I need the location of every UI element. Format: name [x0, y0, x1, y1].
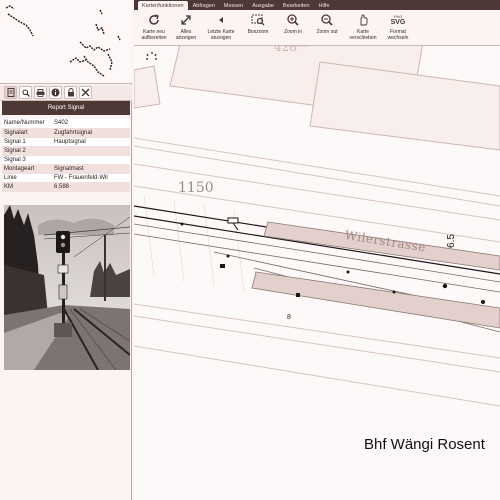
- format-switch-label-2: wechseln: [387, 34, 409, 41]
- pan-map-button[interactable]: Karte verschieben: [346, 13, 380, 41]
- km-marker-label: 6.5: [446, 234, 457, 248]
- loading-spinner: [146, 52, 157, 60]
- lock-icon[interactable]: [64, 86, 77, 99]
- report-row: KM 6.588: [2, 182, 130, 192]
- zoom-out-button[interactable]: Zoom out: [312, 13, 342, 36]
- document-icon[interactable]: [4, 86, 17, 99]
- refresh-icon: [146, 13, 162, 27]
- report-value: FW - Frauenfeld-Wil: [52, 173, 130, 183]
- overview-track-lines: [5, 5, 121, 77]
- report-title: Report Signal: [2, 101, 130, 115]
- tab-hilfe[interactable]: Hilfe: [315, 1, 334, 10]
- last-map-button[interactable]: Letzte Karte anzeigen: [204, 13, 238, 41]
- report-key: Signalart: [2, 128, 52, 138]
- report-row: Signalart Zugfahrtsignal: [2, 128, 130, 138]
- report-row: Linie FW - Frauenfeld-Wil: [2, 173, 130, 183]
- parcel-number-428: 428: [274, 46, 297, 54]
- boxzoom-button[interactable]: Boxzoom: [244, 13, 272, 36]
- pan-icon: [355, 13, 371, 27]
- report-value: Hauptsignal: [52, 137, 130, 147]
- info-icon[interactable]: [49, 86, 62, 99]
- back-icon: [213, 13, 229, 27]
- station-label: Bhf Wängi Rosent: [364, 436, 485, 453]
- pan-map-label-2: verschieben: [349, 34, 377, 41]
- zoom-in-button[interactable]: Zoom in: [280, 13, 306, 36]
- report-key: Linie: [2, 173, 52, 183]
- zoom-in-icon: [285, 13, 301, 27]
- report-row: Name/Nummer S402: [2, 119, 130, 129]
- boxzoom-label: Boxzoom: [247, 29, 269, 35]
- tools-icon[interactable]: [79, 86, 92, 99]
- report-row: Signal 2: [2, 146, 130, 156]
- tab-abfragen[interactable]: Abfragen: [189, 1, 219, 10]
- expand-icon: [178, 13, 194, 27]
- format-switch-button[interactable]: PNG SVG Format wechseln: [384, 13, 412, 41]
- tab-ausgabe[interactable]: Ausgabe: [248, 1, 278, 10]
- format-icon-svg: SVG: [390, 18, 406, 26]
- building-west: [134, 65, 161, 109]
- format-icon: PNG SVG: [390, 13, 406, 27]
- report-key: KM: [2, 182, 52, 192]
- zoom-in-label: Zoom in: [283, 29, 303, 35]
- ribbon-toolbar: Karte neu aufbereiten Alles anzeigen Let…: [134, 10, 500, 46]
- tab-messen[interactable]: Messen: [220, 1, 247, 10]
- refresh-map-label-2: aufbereiten: [141, 34, 167, 41]
- tab-bearbeiten[interactable]: Bearbeiten: [279, 1, 314, 10]
- report-key: Signal 3: [2, 155, 52, 165]
- zoom-out-label: Zoom out: [316, 29, 338, 35]
- report-key: Montageart: [2, 164, 52, 174]
- report-row: Montageart Signalmast: [2, 164, 130, 174]
- parcel-number-1150: 1150: [178, 180, 214, 196]
- report-value: [52, 146, 130, 156]
- map-canvas[interactable]: 1150 428 Wilerstrasse 6.5 8 Bhf Wängi Ro…: [134, 46, 500, 500]
- report-value: [52, 155, 130, 165]
- building-northeast: [309, 61, 500, 151]
- menu-bar: Kartenfunktionen Abfragen Messen Ausgabe…: [134, 0, 500, 10]
- report-value: S402: [52, 119, 130, 129]
- report-value: Zugfahrtsignal: [52, 128, 130, 138]
- search-icon[interactable]: [19, 86, 32, 99]
- boxzoom-icon: [250, 13, 266, 27]
- zoom-out-icon: [319, 13, 335, 27]
- report-value: Signalmast: [52, 164, 130, 174]
- map-drawing: [134, 46, 500, 407]
- overview-map[interactable]: [0, 0, 132, 84]
- tab-kartenfunktionen[interactable]: Kartenfunktionen: [138, 1, 188, 10]
- report-value: 6.588: [52, 182, 130, 192]
- show-all-button[interactable]: Alles anzeigen: [172, 13, 200, 41]
- report-row: Signal 1 Hauptsignal: [2, 137, 130, 147]
- report-key: Signal 1: [2, 137, 52, 147]
- track-number-label: 8: [287, 314, 291, 321]
- left-toolbar: [0, 85, 132, 101]
- print-icon[interactable]: [34, 86, 47, 99]
- signal-photo: [4, 205, 130, 370]
- signal-symbol: [227, 217, 239, 231]
- report-row: Signal 3: [2, 155, 130, 165]
- show-all-label-2: anzeigen: [175, 34, 197, 41]
- refresh-map-button[interactable]: Karte neu aufbereiten: [138, 13, 170, 41]
- last-map-label-2: anzeigen: [210, 34, 232, 41]
- left-panel: Report Signal Name/Nummer S402 Signalart Zu…: [0, 0, 132, 500]
- report-key: Name/Nummer: [2, 119, 52, 129]
- report-table: Name/Nummer S402 Signalart Zugfahrtsignal Si…: [2, 119, 130, 192]
- report-key: Signal 2: [2, 146, 52, 156]
